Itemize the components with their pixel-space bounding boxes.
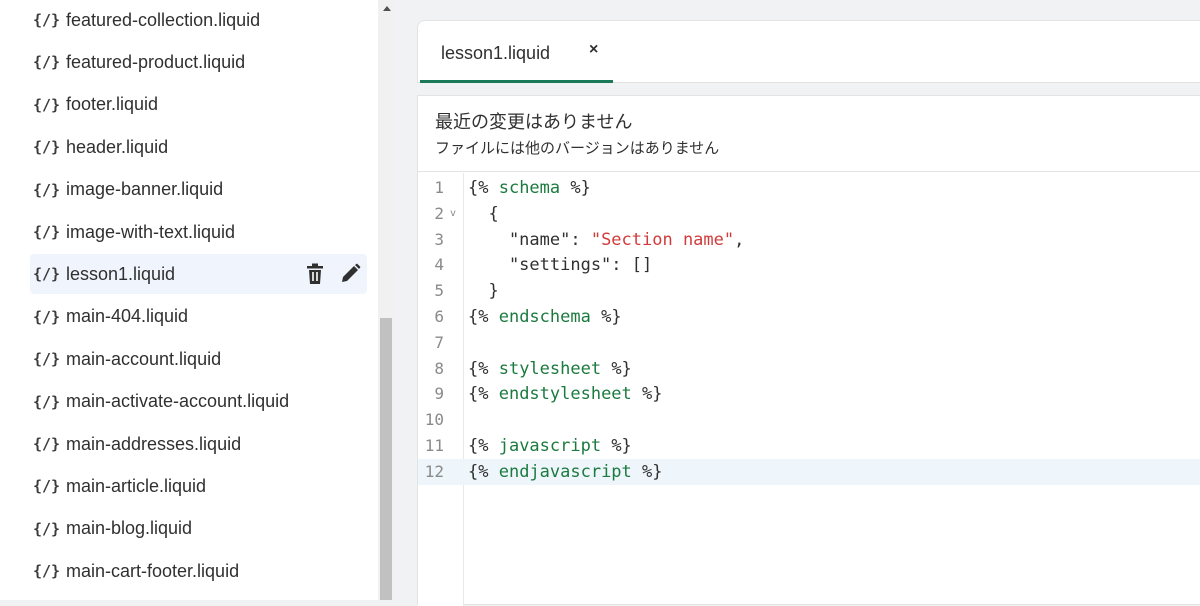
liquid-file-icon: {/} [33,350,61,369]
code-line: 8 {% stylesheet %} [418,356,1200,382]
liquid-file-icon: {/} [33,53,61,72]
file-label: main-account.liquid [66,348,222,369]
liquid-file-icon: {/} [33,138,61,157]
trash-icon[interactable] [305,263,325,285]
file-item[interactable]: {/} main-article.liquid [30,466,367,506]
code-text: {% schema %} [468,178,591,198]
code-line: 1 {% schema %} [418,175,1200,201]
file-item[interactable]: {/} main-addresses.liquid [30,424,367,464]
editor-panel: 最近の変更はありません ファイルには他のバージョンはありません 1 {% sche… [417,95,1200,606]
file-item[interactable]: {/} footer.liquid [30,85,367,125]
code-text: {% endjavascript %} [468,461,663,482]
liquid-file-icon: {/} [33,95,61,114]
file-label: image-banner.liquid [66,179,224,200]
file-item[interactable]: {/} main-activate-account.liquid [30,382,367,422]
code-text: } [468,281,499,302]
file-item[interactable]: {/} featured-product.liquid [30,42,367,82]
pencil-icon[interactable] [339,263,361,285]
code-line: 9 {% endstylesheet %} [418,381,1200,407]
file-sidebar: {/} featured-collection.liquid {/} featured… [0,0,378,600]
file-row-actions [305,254,361,294]
fold-chevron-icon[interactable]: v [450,208,456,219]
scroll-up-arrow-icon[interactable] [378,0,395,17]
code-line: 6 {% endschema %} [418,304,1200,330]
line-number: 10 [424,410,444,430]
file-label: header.liquid [66,136,169,157]
line-number: 6 [434,307,444,326]
line-number: 8 [434,358,444,378]
file-label: lesson1.liquid [66,263,176,284]
file-item[interactable]: {/} main-blog.liquid [30,509,367,549]
code-line: 11 {% javascript %} [418,433,1200,459]
file-label: main-404.liquid [66,306,189,327]
liquid-file-icon: {/} [33,307,61,326]
liquid-file-icon: {/} [33,11,61,29]
code-line: 12 {% endjavascript %} [418,458,1200,485]
file-label: main-addresses.liquid [66,433,242,454]
line-number: 2 [434,203,444,223]
line-number: 3 [434,229,444,249]
notice-subtitle: ファイルには他のバージョンはありません [435,140,720,157]
code-line: 7 [418,330,1200,356]
file-item[interactable]: {/} image-with-text.liquid [30,212,367,252]
liquid-file-icon: {/} [33,562,61,581]
file-item[interactable]: {/} main-404.liquid [30,297,367,337]
code-line: 4 "settings": [] [418,252,1200,278]
liquid-file-icon: {/} [33,180,61,199]
code-line: 2v { [418,201,1200,227]
tab-active-indicator [420,80,613,83]
file-item[interactable]: {/} lesson1.liquid [30,254,367,295]
code-line: 3 "name": "Section name", [418,227,1200,253]
line-number: 5 [434,281,444,301]
code-line: 5 } [418,278,1200,304]
file-label: main-activate-account.liquid [66,391,290,412]
liquid-file-icon: {/} [33,519,61,538]
code-text: {% javascript %} [468,436,632,456]
tab-close-icon[interactable]: × [589,41,598,59]
liquid-file-icon: {/} [33,435,61,453]
code-line: 10 [418,407,1200,433]
file-label: main-article.liquid [66,475,207,496]
code-text: {% endstylesheet %} [468,384,663,405]
liquid-file-icon: {/} [33,392,61,411]
code-text: {% stylesheet %} [468,358,632,379]
tab-bar: lesson1.liquid × [417,20,1200,83]
line-number: 9 [434,384,444,404]
scrollbar-thumb[interactable] [380,318,392,600]
file-label: main-cart-footer.liquid [66,560,240,581]
file-label: main-blog.liquid [66,518,193,539]
liquid-file-icon: {/} [33,223,61,241]
file-label: featured-product.liquid [66,51,246,72]
line-number: 12 [424,461,444,481]
file-item[interactable]: {/} featured-collection.liquid [30,0,367,40]
file-label: featured-collection.liquid [66,9,261,30]
tab-lesson1[interactable]: lesson1.liquid × [418,21,613,83]
line-number: 4 [434,255,444,275]
line-number: 11 [424,436,444,455]
code-text: {% endschema %} [468,307,622,327]
code-text: "settings": [] [468,255,653,276]
liquid-file-icon: {/} [33,477,61,496]
file-item[interactable]: {/} main-account.liquid [30,339,367,379]
code-text: "name": "Section name", [468,229,745,250]
sidebar-scrollbar[interactable] [378,0,395,600]
code-text: { [468,203,499,224]
file-label: image-with-text.liquid [66,221,236,242]
editor-main: lesson1.liquid × 最近の変更はありません ファイルには他のバージ… [395,0,1200,606]
tab-label: lesson1.liquid [441,43,551,63]
notice-title: 最近の変更はありません [435,112,633,132]
file-item[interactable]: {/} main-cart-footer.liquid [30,551,367,591]
file-label: footer.liquid [66,94,159,115]
file-item[interactable]: {/} image-banner.liquid [30,170,367,210]
line-number: 7 [434,332,444,352]
version-notice: 最近の変更はありません ファイルには他のバージョンはありません [418,96,1200,172]
line-number: 1 [434,178,444,197]
liquid-file-icon: {/} [33,265,61,284]
code-editor[interactable]: 1 {% schema %} 2 v {3 "name": "Section name… [418,173,1200,606]
file-item[interactable]: {/} header.liquid [30,127,367,167]
